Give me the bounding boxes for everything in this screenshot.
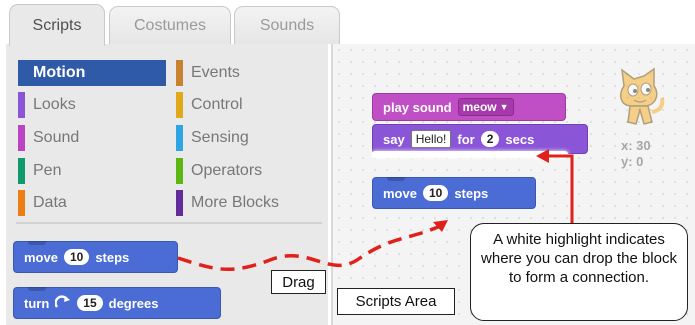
category-label: Data <box>33 194 67 211</box>
category-swatch <box>18 125 25 151</box>
highlight-callout: A white highlight indicates where you ca… <box>470 223 688 321</box>
category-data[interactable]: Data <box>18 190 166 216</box>
block-text: steps <box>454 185 489 201</box>
category-label: Sound <box>33 129 80 146</box>
steps-input[interactable]: 10 <box>422 185 449 201</box>
category-swatch <box>18 92 25 118</box>
chevron-down-icon: ▼ <box>499 102 509 112</box>
category-control[interactable]: Control <box>176 92 324 118</box>
block-text: degrees <box>108 295 159 311</box>
sprite-x-readout: x: 30 <box>621 138 651 153</box>
category-swatch <box>176 60 183 86</box>
sound-dropdown[interactable]: meow ▼ <box>457 98 514 116</box>
block-notch <box>28 287 46 291</box>
steps-input[interactable]: 10 <box>63 249 90 265</box>
block-text: move <box>383 185 417 201</box>
category-swatch <box>176 190 183 216</box>
rotate-clockwise-icon <box>54 294 71 312</box>
category-operators[interactable]: Operators <box>176 158 324 184</box>
category-label: Control <box>191 96 243 113</box>
cat-sprite-icon[interactable] <box>614 66 666 130</box>
say-block[interactable]: say Hello! for 2 secs <box>372 124 588 154</box>
category-label: Events <box>191 64 240 81</box>
category-more-blocks[interactable]: More Blocks <box>176 190 324 216</box>
block-text: play sound <box>383 99 452 115</box>
play-sound-block[interactable]: play sound meow ▼ <box>372 93 566 121</box>
sprite-y-readout: y: 0 <box>621 154 644 169</box>
category-sensing[interactable]: Sensing <box>176 125 324 151</box>
category-events[interactable]: Events <box>176 60 324 86</box>
category-label: Operators <box>191 162 263 179</box>
tab-scripts[interactable]: Scripts <box>9 4 105 46</box>
category-label: Sensing <box>191 129 249 146</box>
tab-sounds[interactable]: Sounds <box>234 6 340 44</box>
degrees-input[interactable]: 15 <box>77 295 103 311</box>
category-motion[interactable]: Motion <box>18 60 166 86</box>
palette-turn-block[interactable]: turn 15 degrees <box>13 287 221 319</box>
category-label: Motion <box>33 64 86 81</box>
block-text: move <box>24 249 58 265</box>
dropdown-value: meow <box>462 100 497 114</box>
palette-divider <box>16 222 322 224</box>
drag-label: Drag <box>271 270 326 294</box>
category-swatch <box>18 158 25 184</box>
block-text: turn <box>24 295 50 311</box>
category-pen[interactable]: Pen <box>18 158 166 184</box>
block-text: for <box>457 131 475 147</box>
tab-costumes[interactable]: Costumes <box>109 6 231 44</box>
palette-move-block[interactable]: move 10 steps <box>13 241 178 273</box>
block-notch <box>387 177 405 181</box>
category-swatch <box>18 60 25 86</box>
category-label: More Blocks <box>191 194 280 211</box>
block-text: steps <box>95 249 130 265</box>
category-looks[interactable]: Looks <box>18 92 166 118</box>
dragged-move-block[interactable]: move 10 steps <box>372 177 536 209</box>
category-swatch <box>18 190 25 216</box>
category-label: Looks <box>33 96 76 113</box>
category-sound[interactable]: Sound <box>18 125 166 151</box>
category-swatch <box>176 92 183 118</box>
secs-input[interactable]: 2 <box>480 131 500 147</box>
tab-bar: Costumes Sounds Scripts <box>0 0 695 46</box>
category-swatch <box>176 125 183 151</box>
block-text: secs <box>505 131 535 147</box>
say-text-input[interactable]: Hello! <box>410 130 452 148</box>
drop-highlight <box>372 151 568 158</box>
category-swatch <box>176 158 183 184</box>
scripts-area-label: Scripts Area <box>337 288 455 315</box>
block-notch <box>28 241 46 245</box>
category-label: Pen <box>33 162 62 179</box>
block-text: say <box>383 131 405 147</box>
